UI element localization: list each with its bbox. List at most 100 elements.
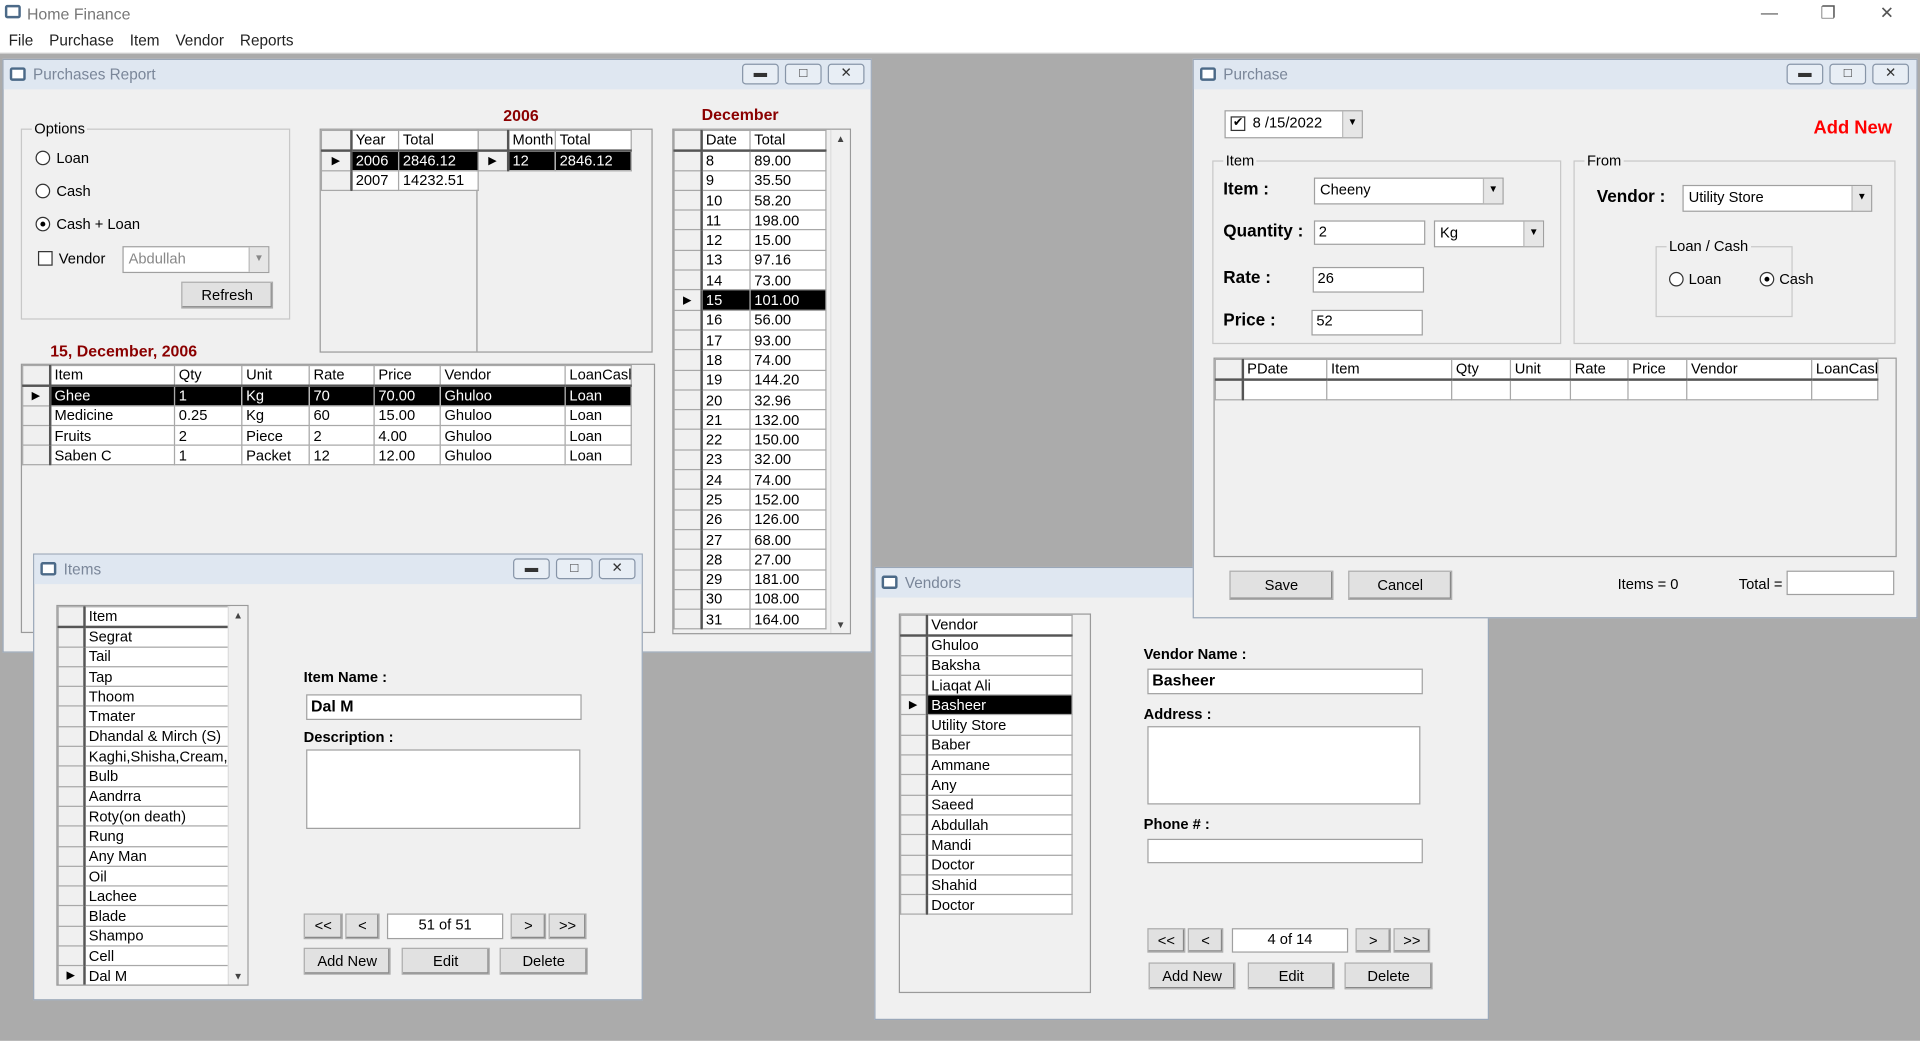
column-header[interactable]: Item bbox=[48, 364, 176, 387]
table-row[interactable]: Oil bbox=[57, 865, 231, 887]
table-cell[interactable]: Tmater bbox=[83, 705, 231, 728]
table-row[interactable]: Any bbox=[900, 774, 1073, 796]
row-selector[interactable] bbox=[673, 269, 703, 291]
table-cell[interactable]: 27.00 bbox=[749, 548, 827, 571]
table-cell[interactable]: 1 bbox=[173, 384, 243, 407]
table-row[interactable]: Saben C 1 Packet 12 12.00 Ghuloo Loan bbox=[22, 444, 632, 466]
next-button[interactable]: > bbox=[1355, 928, 1392, 953]
delete-button[interactable]: Delete bbox=[499, 947, 588, 975]
last-button[interactable]: >> bbox=[548, 913, 587, 940]
table-cell[interactable]: 27 bbox=[700, 528, 751, 551]
table-cell[interactable]: 74.00 bbox=[749, 469, 827, 491]
row-selector[interactable] bbox=[900, 754, 928, 776]
maximize-button[interactable]: □ bbox=[784, 63, 822, 85]
table-row[interactable]: 28 27.00 bbox=[673, 548, 827, 571]
row-selector[interactable] bbox=[22, 444, 51, 466]
current-row-arrow-icon[interactable]: ▶ bbox=[57, 965, 86, 985]
minimize-button[interactable]: ▬ bbox=[513, 558, 550, 580]
table-cell[interactable]: 2007 bbox=[350, 169, 400, 191]
minimize-icon[interactable]: — bbox=[1751, 2, 1788, 22]
table-cell[interactable]: 10 bbox=[700, 189, 751, 211]
table-cell[interactable] bbox=[1569, 378, 1629, 400]
menu-file[interactable]: File bbox=[0, 27, 41, 49]
description-input[interactable] bbox=[306, 749, 581, 829]
unit-select[interactable]: Kg ▼ bbox=[1433, 220, 1545, 248]
row-selector[interactable] bbox=[900, 834, 928, 856]
table-cell[interactable]: 16 bbox=[700, 309, 751, 331]
column-header[interactable]: Qty bbox=[173, 364, 243, 387]
row-selector[interactable] bbox=[673, 369, 703, 391]
table-cell[interactable]: Loan bbox=[564, 444, 632, 466]
table-row[interactable]: 17 93.00 bbox=[673, 329, 827, 351]
table-cell[interactable]: Loan bbox=[564, 404, 632, 427]
row-selector[interactable] bbox=[57, 785, 86, 807]
column-header[interactable]: Rate bbox=[1569, 358, 1629, 381]
row-selector[interactable] bbox=[22, 404, 51, 427]
row-selector[interactable] bbox=[57, 765, 86, 787]
table-row[interactable]: Segrat bbox=[57, 626, 231, 648]
refresh-button[interactable]: Refresh bbox=[181, 281, 274, 309]
row-selector[interactable] bbox=[57, 705, 86, 728]
table-cell[interactable]: 144.20 bbox=[749, 369, 827, 391]
table-row[interactable]: Roty(on death) bbox=[57, 805, 231, 827]
column-header[interactable]: Unit bbox=[241, 364, 310, 387]
table-cell[interactable]: 132.00 bbox=[749, 409, 827, 431]
table-cell[interactable]: Thoom bbox=[83, 685, 231, 708]
table-row[interactable]: Baber bbox=[900, 734, 1073, 756]
table-cell[interactable]: 12.00 bbox=[373, 444, 441, 466]
table-cell[interactable]: Oil bbox=[83, 865, 231, 887]
row-selector[interactable] bbox=[673, 548, 703, 571]
row-selector[interactable] bbox=[900, 714, 928, 736]
row-selector[interactable] bbox=[900, 814, 928, 836]
row-selector[interactable] bbox=[57, 885, 86, 907]
table-row[interactable]: Lachee bbox=[57, 885, 231, 907]
table-row[interactable]: Blade bbox=[57, 905, 231, 927]
table-row[interactable]: Abdullah bbox=[900, 814, 1073, 836]
row-selector[interactable] bbox=[673, 309, 703, 331]
table-cell[interactable]: Fruits bbox=[48, 424, 176, 446]
column-header[interactable]: Total bbox=[554, 129, 632, 152]
column-header[interactable]: Item bbox=[83, 606, 231, 628]
table-cell[interactable]: Dal M bbox=[83, 965, 231, 985]
table-cell[interactable]: 14 bbox=[700, 269, 751, 291]
cash-radio[interactable] bbox=[35, 183, 51, 199]
table-row[interactable]: 31 164.00 bbox=[673, 608, 827, 630]
table-cell[interactable]: 68.00 bbox=[749, 528, 827, 551]
table-cell[interactable]: Kg bbox=[241, 404, 310, 427]
row-selector[interactable] bbox=[673, 329, 703, 351]
row-selector[interactable] bbox=[900, 874, 928, 896]
menu-vendor[interactable]: Vendor bbox=[167, 27, 231, 49]
column-header[interactable]: Date bbox=[700, 129, 751, 152]
table-row[interactable]: Doctor bbox=[900, 894, 1073, 916]
table-row[interactable]: Bulb bbox=[57, 765, 231, 787]
item-name-input[interactable]: Dal M bbox=[306, 694, 582, 721]
table-cell[interactable]: 13 bbox=[700, 249, 751, 271]
table-row[interactable]: Saeed bbox=[900, 794, 1073, 816]
current-row-arrow-icon[interactable]: ▶ bbox=[673, 289, 703, 311]
table-row[interactable]: Utility Store bbox=[900, 714, 1073, 736]
table-cell[interactable]: 9 bbox=[700, 169, 751, 191]
table-row[interactable]: Ammane bbox=[900, 754, 1073, 776]
table-row[interactable]: Mandi bbox=[900, 834, 1073, 856]
row-selector[interactable] bbox=[673, 488, 703, 511]
table-cell[interactable]: Utility Store bbox=[925, 714, 1073, 736]
table-cell[interactable] bbox=[1686, 378, 1813, 400]
table-cell[interactable]: 17 bbox=[700, 329, 751, 351]
first-button[interactable]: << bbox=[303, 913, 343, 940]
item-select[interactable]: Cheeny ▼ bbox=[1313, 177, 1504, 205]
table-cell[interactable]: Kaghi,Shisha,Cream,etc bbox=[83, 745, 231, 768]
table-cell[interactable]: 2006 bbox=[350, 149, 400, 171]
table-cell[interactable]: 12 bbox=[308, 444, 375, 466]
current-row-arrow-icon[interactable]: ▶ bbox=[477, 149, 509, 171]
column-header[interactable]: PDate bbox=[1241, 358, 1328, 381]
row-selector[interactable] bbox=[900, 774, 928, 796]
table-row[interactable]: ▶ Basheer bbox=[900, 694, 1073, 716]
table-cell[interactable] bbox=[1509, 378, 1572, 400]
table-cell[interactable]: Lachee bbox=[83, 885, 231, 907]
table-row[interactable]: Cell bbox=[57, 945, 231, 967]
add-new-button[interactable]: Add New bbox=[303, 947, 391, 975]
table-cell[interactable]: 198.00 bbox=[749, 209, 827, 231]
table-row[interactable]: 12 15.00 bbox=[673, 229, 827, 251]
table-row[interactable]: 19 144.20 bbox=[673, 369, 827, 391]
row-selector[interactable] bbox=[57, 905, 86, 927]
